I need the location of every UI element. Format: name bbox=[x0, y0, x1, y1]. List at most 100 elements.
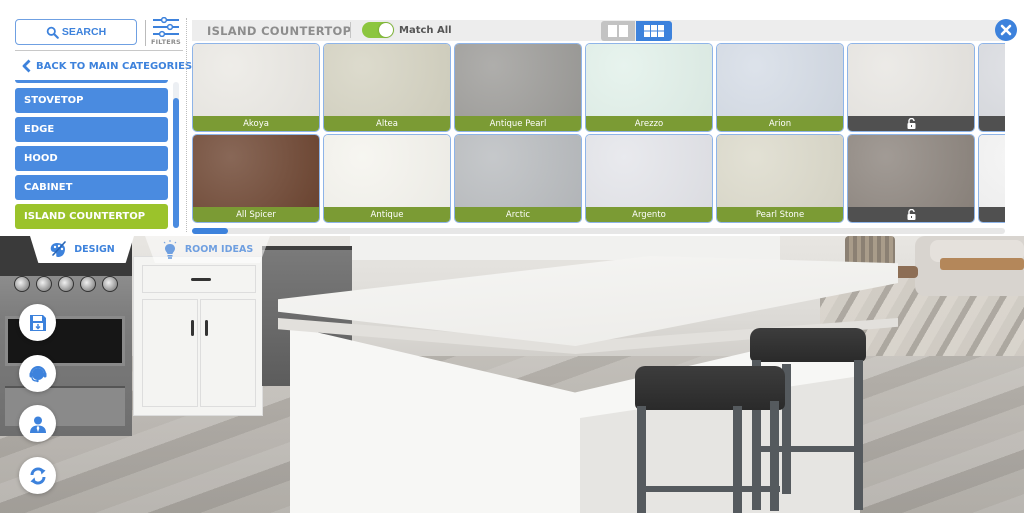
category-list: STOVETOP EDGE HOOD CABINET ISLAND COUNTERTOP bbox=[15, 80, 168, 230]
locked-label bbox=[979, 207, 1005, 222]
knob bbox=[102, 276, 118, 292]
material-tile[interactable]: Arctic bbox=[454, 134, 582, 223]
divider bbox=[145, 20, 146, 46]
search-icon bbox=[46, 26, 59, 39]
material-tile[interactable]: Akoya bbox=[192, 43, 320, 132]
material-swatch bbox=[586, 135, 712, 208]
material-tile[interactable]: Antique Pearl bbox=[454, 43, 582, 132]
stool-leg bbox=[637, 406, 646, 513]
save-design-button[interactable] bbox=[19, 304, 56, 341]
bar-stool-seat[interactable] bbox=[750, 328, 866, 362]
refresh-icon bbox=[29, 466, 46, 485]
material-swatch bbox=[324, 44, 450, 117]
material-tile[interactable]: Arezzo bbox=[585, 43, 713, 132]
stool-leg bbox=[733, 406, 742, 513]
material-tile[interactable]: All Spicer bbox=[192, 134, 320, 223]
stove-range[interactable] bbox=[0, 236, 132, 436]
chevron-left-icon bbox=[22, 59, 31, 73]
category-item[interactable]: CABINET bbox=[15, 175, 168, 200]
kitchen-visualizer: SEARCH FILTERS BACK TO MAIN CATEGORIES S… bbox=[0, 0, 1024, 513]
material-name: Argento bbox=[586, 207, 712, 222]
palette-brush-icon bbox=[50, 240, 67, 257]
material-name: All Spicer bbox=[193, 207, 319, 222]
stool-rail bbox=[640, 486, 780, 492]
material-name: Arion bbox=[717, 116, 843, 131]
category-item[interactable]: ISLAND COUNTERTOP bbox=[15, 204, 168, 229]
material-grid-scrollbar-thumb[interactable] bbox=[192, 228, 228, 234]
large-view-button[interactable] bbox=[601, 21, 635, 41]
material-swatch bbox=[586, 44, 712, 117]
back-wall-cabinets bbox=[350, 236, 780, 260]
category-item[interactable]: STOVETOP bbox=[15, 88, 168, 113]
material-tile-locked[interactable] bbox=[847, 43, 975, 132]
locked-label bbox=[979, 116, 1005, 131]
toggle-knob bbox=[379, 23, 393, 37]
base-cabinet[interactable] bbox=[133, 256, 263, 416]
reset-button[interactable] bbox=[19, 457, 56, 494]
material-name: Akoya bbox=[193, 116, 319, 131]
category-item-label: STOVETOP bbox=[24, 95, 84, 106]
lightbulb-icon bbox=[163, 239, 177, 259]
material-swatch bbox=[979, 44, 1005, 117]
material-name: Arezzo bbox=[586, 116, 712, 131]
tab-design[interactable]: DESIGN bbox=[30, 236, 134, 263]
close-button[interactable] bbox=[995, 19, 1017, 41]
filters-button[interactable]: FILTERS bbox=[149, 17, 183, 49]
lounge-chair bbox=[845, 236, 895, 266]
category-item-partial[interactable] bbox=[15, 80, 168, 83]
knob bbox=[14, 276, 30, 292]
search-button[interactable]: SEARCH bbox=[15, 19, 137, 45]
material-swatch bbox=[455, 135, 581, 208]
material-tile[interactable]: Altea bbox=[323, 43, 451, 132]
material-name: Pearl Stone bbox=[717, 207, 843, 222]
divider bbox=[350, 22, 351, 38]
material-swatch bbox=[193, 44, 319, 117]
back-label: BACK TO MAIN CATEGORIES bbox=[36, 60, 193, 72]
bar-stool-seat[interactable] bbox=[635, 366, 785, 410]
grid-view-button[interactable] bbox=[636, 21, 672, 41]
material-tile-locked[interactable] bbox=[978, 43, 1005, 132]
material-tile[interactable]: Argento bbox=[585, 134, 713, 223]
tab-room-ideas-label: ROOM IDEAS bbox=[184, 244, 254, 255]
category-item[interactable]: EDGE bbox=[15, 117, 168, 142]
door-handle bbox=[205, 320, 208, 336]
tab-design-label: DESIGN bbox=[74, 244, 115, 255]
door-handle bbox=[191, 320, 194, 336]
floppy-disk-icon bbox=[29, 314, 46, 331]
category-scrollbar[interactable] bbox=[173, 82, 179, 228]
material-selection-panel: SEARCH FILTERS BACK TO MAIN CATEGORIES S… bbox=[0, 0, 1024, 236]
material-name: Altea bbox=[324, 116, 450, 131]
material-name: Antique bbox=[324, 207, 450, 222]
match-all-toggle[interactable] bbox=[362, 22, 394, 38]
locked-label bbox=[848, 207, 974, 222]
coffee-table-tray bbox=[940, 258, 1024, 270]
back-to-main-categories-link[interactable]: BACK TO MAIN CATEGORIES bbox=[22, 57, 192, 75]
cabinet-door-right bbox=[200, 299, 256, 407]
tab-room-ideas[interactable]: ROOM IDEAS bbox=[145, 236, 270, 263]
category-item[interactable]: HOOD bbox=[15, 146, 168, 171]
material-tile-locked[interactable] bbox=[978, 134, 1005, 223]
material-swatch bbox=[455, 44, 581, 117]
material-swatch bbox=[848, 44, 974, 117]
material-tile-locked[interactable] bbox=[847, 134, 975, 223]
material-swatch bbox=[979, 135, 1005, 208]
knob bbox=[80, 276, 96, 292]
contact-agent-button[interactable] bbox=[19, 405, 56, 442]
material-swatch bbox=[848, 135, 974, 208]
material-name: Antique Pearl bbox=[455, 116, 581, 131]
cabinet-drawer bbox=[142, 265, 256, 293]
material-tile[interactable]: Pearl Stone bbox=[716, 134, 844, 223]
material-swatch bbox=[717, 44, 843, 117]
unlock-icon bbox=[907, 209, 915, 220]
stool-leg bbox=[770, 401, 779, 511]
locked-label bbox=[848, 116, 974, 131]
kitchen-scene-render bbox=[0, 236, 1024, 513]
material-grid: Akoya Altea Antique Pearl Arezzo Arion All Sp… bbox=[192, 43, 1005, 225]
material-tile[interactable]: Arion bbox=[716, 43, 844, 132]
category-title: ISLAND COUNTERTOP bbox=[207, 23, 352, 38]
support-button[interactable] bbox=[19, 355, 56, 392]
material-grid-scrollbar[interactable] bbox=[192, 228, 1005, 234]
category-scrollbar-thumb[interactable] bbox=[173, 98, 179, 228]
range-knobs bbox=[14, 276, 124, 296]
material-tile[interactable]: Antique bbox=[323, 134, 451, 223]
